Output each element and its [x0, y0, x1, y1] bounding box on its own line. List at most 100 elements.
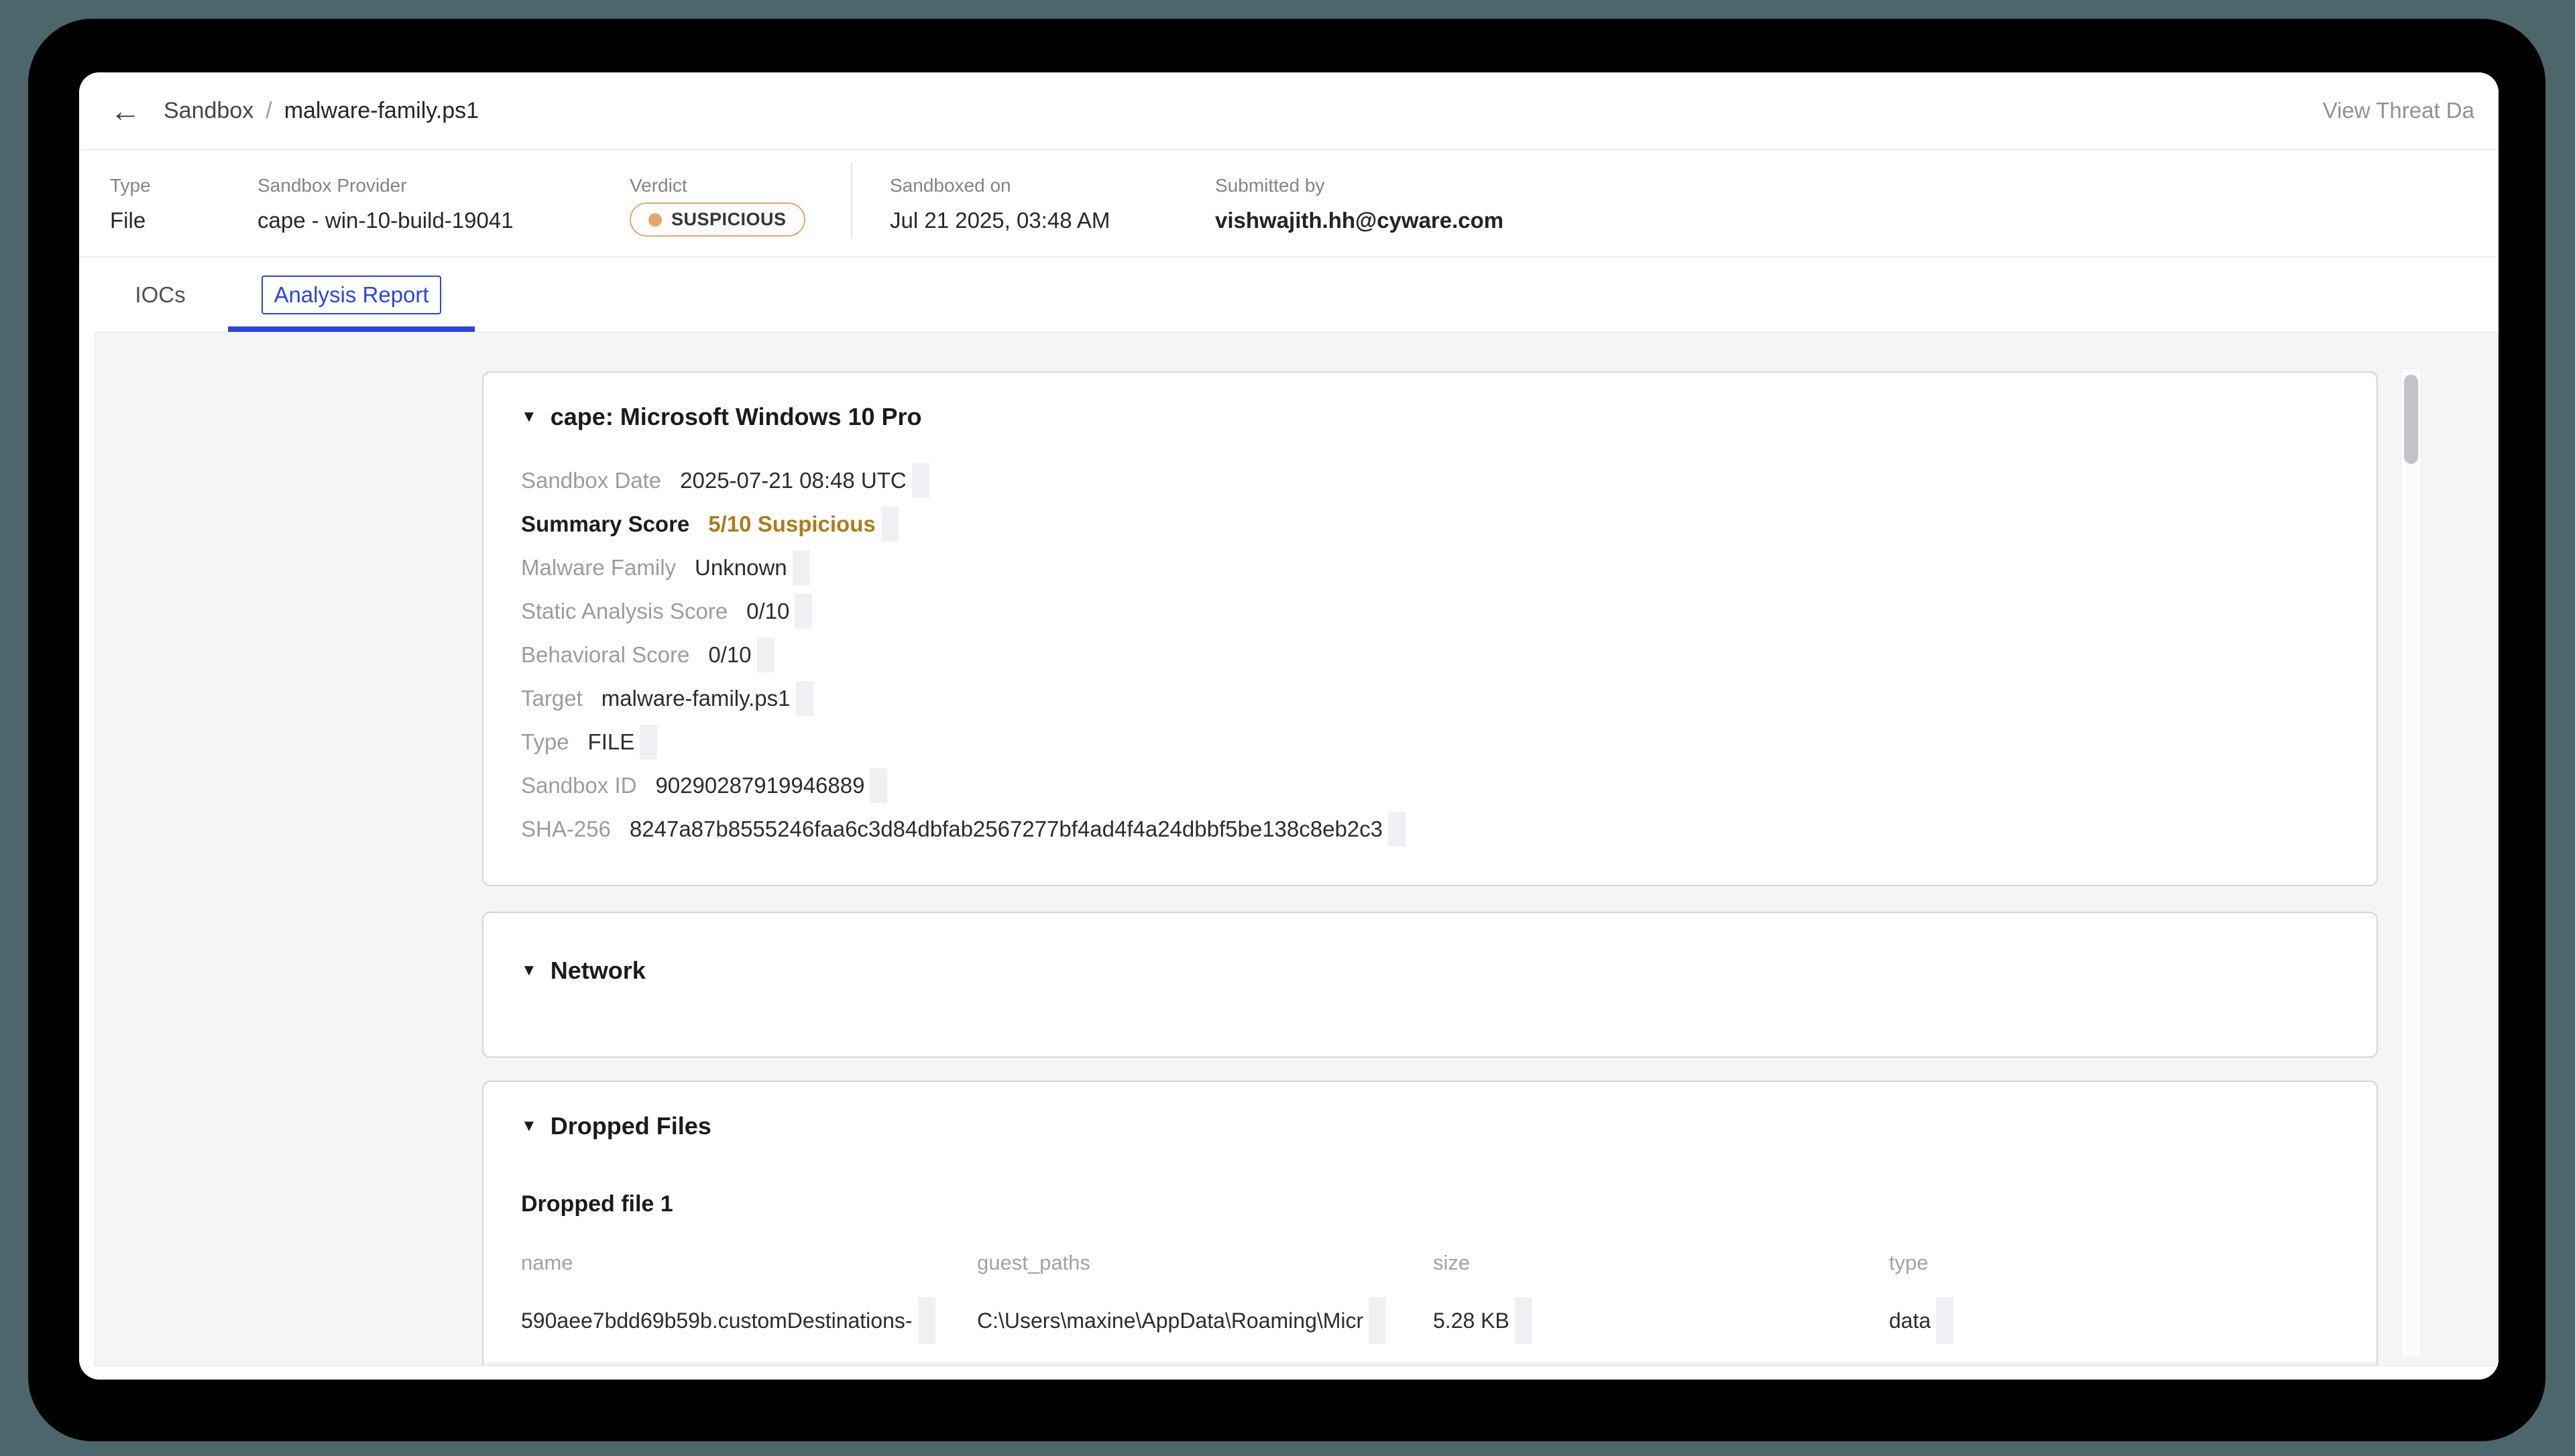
- kv-label: Summary Score: [521, 511, 689, 537]
- table-cell-value: 590aee7bdd69b59b.customDestinations-: [521, 1309, 913, 1333]
- meta-sandboxed-label: Sandboxed on: [890, 174, 1215, 197]
- verdict-badge-text: SUSPICIOUS: [671, 209, 787, 230]
- kv-row: Summary Score 5/10 Suspicious: [521, 502, 2339, 546]
- kv-value: Unknown: [695, 555, 787, 581]
- kv-row: Behavioral Score 0/10: [521, 633, 2339, 676]
- copy-value-button[interactable]: [1936, 1297, 1953, 1344]
- kv-row: Sandbox Date 2025-07-21 08:48 UTC: [521, 459, 2339, 502]
- verdict-dot-icon: [648, 213, 662, 227]
- kv-value: 2025-07-21 08:48 UTC: [680, 468, 907, 493]
- copy-value-button[interactable]: [795, 594, 812, 629]
- analysis-report-content: ▼ cape: Microsoft Windows 10 Pro Sandbox…: [95, 332, 2499, 1366]
- meta-sandboxed-value: Jul 21 2025, 03:48 AM: [890, 206, 1215, 235]
- table-cell-value: C:\Users\maxine\AppData\Roaming\Micr: [977, 1309, 1363, 1333]
- table-row: 590aee7bdd69b59b.customDestinations- C:\U…: [521, 1296, 2339, 1345]
- table-cell: data: [1889, 1296, 2339, 1345]
- back-arrow-icon[interactable]: ←: [110, 95, 141, 126]
- table-cell: 590aee7bdd69b59b.customDestinations-: [521, 1296, 977, 1345]
- metadata-bar: Type File Sandbox Provider cape - win-10…: [79, 151, 2499, 257]
- breadcrumb-sandbox[interactable]: Sandbox: [164, 98, 253, 124]
- network-panel: ▼ Network: [482, 912, 2378, 1058]
- meta-provider-value: cape - win-10-build-19041: [258, 206, 630, 235]
- copy-value-button[interactable]: [1515, 1297, 1532, 1344]
- kv-label: Static Analysis Score: [521, 599, 728, 624]
- copy-value-button[interactable]: [1388, 812, 1406, 847]
- meta-submitted-by: Submitted by vishwajith.hh@cyware.com: [1215, 151, 2468, 256]
- table-column-header: guest_paths: [977, 1250, 1433, 1276]
- tab-analysis-report-label: Analysis Report: [262, 276, 441, 314]
- kv-label: Malware Family: [521, 555, 676, 581]
- table-cell: 5.28 KB: [1433, 1296, 1889, 1345]
- meta-sandbox-provider: Sandbox Provider cape - win-10-build-190…: [258, 151, 630, 256]
- tab-analysis-report[interactable]: Analysis Report: [228, 257, 475, 332]
- copy-value-button[interactable]: [796, 681, 813, 716]
- dropped-files-title: Dropped Files: [551, 1111, 711, 1141]
- table-cell: C:\Users\maxine\AppData\Roaming\Micr: [977, 1296, 1433, 1345]
- kv-row: SHA-256 8247a87b8555246faa6c3d84dbfab2567…: [521, 807, 2339, 851]
- tab-bar: IOCs Analysis Report: [79, 257, 2499, 332]
- tab-iocs[interactable]: IOCs: [110, 257, 211, 332]
- meta-sandboxed-on: Sandboxed on Jul 21 2025, 03:48 AM: [890, 151, 1215, 256]
- copy-value-button[interactable]: [918, 1297, 935, 1344]
- copy-value-button[interactable]: [793, 550, 810, 585]
- meta-type-label: Type: [110, 174, 258, 197]
- kv-value: 0/10: [746, 599, 789, 624]
- meta-divider: [851, 162, 852, 239]
- meta-verdict-label: Verdict: [630, 174, 851, 197]
- cape-panel-title: cape: Microsoft Windows 10 Pro: [551, 402, 922, 432]
- cape-summary-panel: ▼ cape: Microsoft Windows 10 Pro Sandbox…: [482, 371, 2378, 886]
- verdict-badge: SUSPICIOUS: [630, 202, 805, 237]
- network-panel-header[interactable]: ▼ Network: [521, 956, 2339, 985]
- copy-value-button[interactable]: [881, 507, 899, 542]
- copy-value-button[interactable]: [640, 725, 657, 760]
- collapse-caret-icon: ▼: [521, 1111, 537, 1141]
- kv-value: malware-family.ps1: [602, 686, 791, 711]
- content-scrollbar-thumb[interactable]: [2404, 375, 2418, 464]
- dropped-files-table-header: nameguest_pathssizetype: [521, 1250, 2339, 1276]
- copy-value-button[interactable]: [870, 768, 887, 803]
- dropped-files-table: nameguest_pathssizetype 590aee7bdd69b59b…: [521, 1250, 2339, 1345]
- kv-value: 8247a87b8555246faa6c3d84dbfab2567277bf4a…: [630, 816, 1383, 842]
- meta-type: Type File: [110, 151, 258, 256]
- breadcrumb-separator: /: [266, 98, 272, 124]
- dropped-files-header[interactable]: ▼ Dropped Files: [521, 1111, 2339, 1141]
- tab-iocs-label: IOCs: [135, 282, 185, 308]
- kv-label: SHA-256: [521, 816, 611, 842]
- cape-kv-rows: Sandbox Date 2025-07-21 08:48 UTC Summary …: [521, 459, 2339, 851]
- network-panel-title: Network: [551, 956, 646, 985]
- view-threat-data-link[interactable]: View Threat Da: [2323, 98, 2474, 123]
- table-column-header: type: [1889, 1250, 2339, 1276]
- kv-value: 0/10: [708, 642, 751, 668]
- table-column-header: name: [521, 1250, 977, 1276]
- table-column-header: size: [1433, 1250, 1889, 1276]
- breadcrumb: Sandbox / malware-family.ps1: [164, 98, 479, 124]
- breadcrumb-file-name: malware-family.ps1: [284, 98, 479, 124]
- meta-provider-label: Sandbox Provider: [258, 174, 630, 197]
- kv-label: Sandbox ID: [521, 773, 636, 798]
- kv-value: 90290287919946889: [655, 773, 864, 798]
- kv-row: Malware Family Unknown: [521, 546, 2339, 589]
- meta-verdict: Verdict SUSPICIOUS: [630, 151, 851, 256]
- kv-row: Static Analysis Score 0/10: [521, 589, 2339, 633]
- meta-submitted-label: Submitted by: [1215, 174, 2468, 197]
- copy-value-button[interactable]: [1369, 1297, 1386, 1344]
- kv-label: Behavioral Score: [521, 642, 689, 668]
- dropped-files-panel: ▼ Dropped Files Dropped file 1 nameguest…: [482, 1081, 2378, 1366]
- app-window: ← Sandbox / malware-family.ps1 View Thre…: [79, 72, 2499, 1380]
- dropped-file-subtitle: Dropped file 1: [521, 1189, 2339, 1219]
- table-cell-value: data: [1889, 1309, 1931, 1333]
- kv-row: Sandbox ID 90290287919946889: [521, 764, 2339, 807]
- collapse-caret-icon: ▼: [521, 956, 537, 985]
- dropped-files-table-body: 590aee7bdd69b59b.customDestinations- C:\U…: [521, 1296, 2339, 1345]
- kv-label: Target: [521, 686, 583, 711]
- active-tab-underline: [228, 326, 475, 332]
- kv-label: Sandbox Date: [521, 468, 661, 493]
- cape-panel-header[interactable]: ▼ cape: Microsoft Windows 10 Pro: [521, 402, 2339, 432]
- clipped-next-row: [483, 1362, 2377, 1366]
- kv-value: 5/10 Suspicious: [708, 511, 875, 537]
- copy-value-button[interactable]: [757, 638, 775, 672]
- table-cell-value: 5.28 KB: [1433, 1309, 1509, 1333]
- copy-value-button[interactable]: [912, 463, 929, 498]
- meta-type-value: File: [110, 206, 258, 235]
- content-scrollbar-track[interactable]: [2401, 368, 2421, 1358]
